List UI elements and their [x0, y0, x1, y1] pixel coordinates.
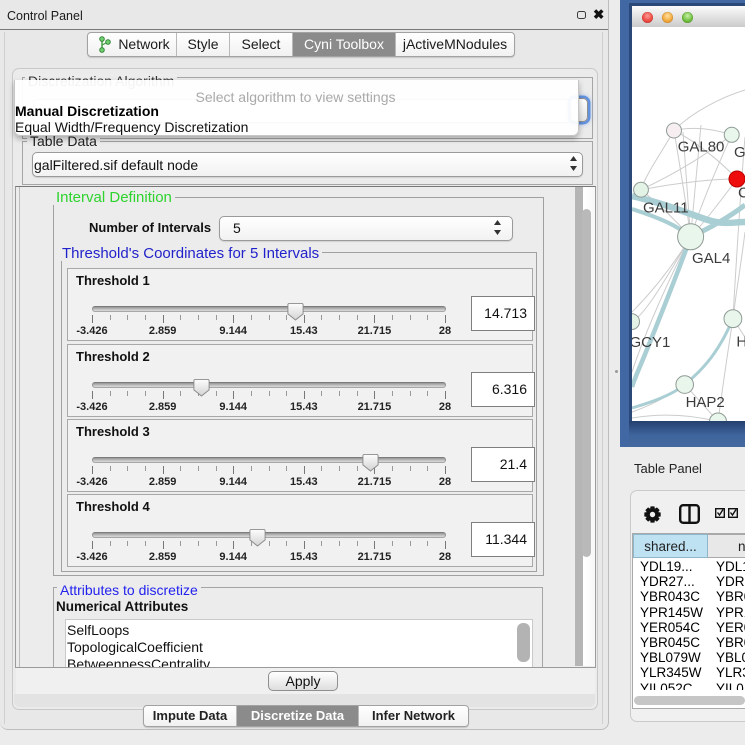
svg-text:GCY1: GCY1 [632, 334, 670, 351]
svg-text:GAL80: GAL80 [678, 139, 725, 156]
svg-text:GA: GA [734, 144, 745, 161]
svg-text:GAL4: GAL4 [692, 250, 730, 267]
svg-text:C: C [738, 185, 745, 202]
svg-text:GAL11: GAL11 [643, 200, 689, 217]
svg-text:H: H [736, 334, 745, 351]
svg-text:HAP2: HAP2 [686, 394, 725, 411]
